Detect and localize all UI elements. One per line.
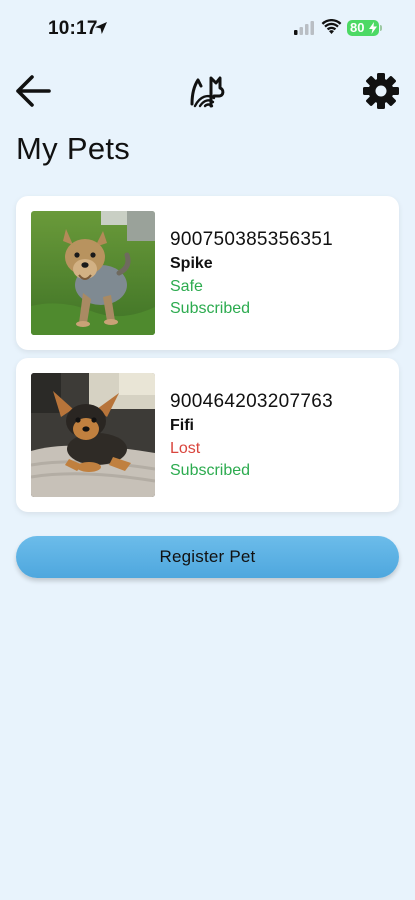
pet-subscription: Subscribed [170,462,251,479]
status-bar: 10:17 80 [0,0,415,58]
pet-name: Fifi [170,417,194,434]
pet-name: Spike [170,255,213,272]
pet-status: Lost [170,440,201,457]
back-button[interactable] [14,72,54,110]
pet-photo [31,373,155,497]
location-arrow-icon [95,22,107,34]
register-pet-button[interactable]: Register Pet [16,536,399,578]
my-pets-screen: 10:17 80 My Pets 900750385356351 Spike S… [0,0,415,900]
pet-status: Safe [170,278,203,295]
pet-microchip-id: 900750385356351 [170,229,334,250]
arrow-left-icon [16,75,51,107]
page-title: My Pets [16,131,131,166]
cellular-signal-icon [294,21,314,35]
pet-card[interactable]: 900750385356351 Spike Safe Subscribed [16,196,399,350]
battery-icon: 80 [347,20,379,36]
gear-icon [363,73,399,109]
battery-level: 80 [350,20,365,35]
pet-card[interactable]: 900464203207763 Fifi Lost Subscribed [16,358,399,512]
settings-button[interactable] [362,72,400,110]
charging-bolt-icon [369,22,377,34]
wifi-icon [321,19,342,34]
battery-cap [380,25,382,31]
pet-subscription: Subscribed [170,300,251,317]
status-time: 10:17 [48,18,98,39]
pet-photo [31,211,155,335]
app-logo-icon [186,72,230,110]
pet-microchip-id: 900464203207763 [170,391,334,412]
